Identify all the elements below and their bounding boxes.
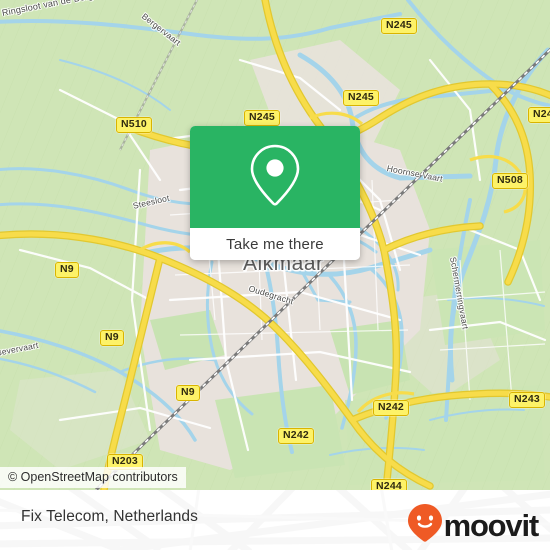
footer-bar: Fix Telecom, Netherlands moovit bbox=[0, 490, 550, 550]
take-me-there-button[interactable]: Take me there bbox=[190, 228, 360, 260]
place-title: Fix Telecom, Netherlands bbox=[21, 508, 198, 525]
road-shield-n245-mid[interactable]: N245 bbox=[343, 90, 379, 106]
take-me-there-card[interactable]: Take me there bbox=[190, 126, 360, 260]
road-shield-n245-north[interactable]: N245 bbox=[381, 18, 417, 34]
road-shield-n242-northeast[interactable]: N242 bbox=[528, 107, 550, 123]
road-shield-n510[interactable]: N510 bbox=[116, 117, 152, 133]
road-shield-n242-southeast[interactable]: N242 bbox=[373, 400, 409, 416]
moovit-map-share-card: Ringsloot van de Bergermeer Bergervaart … bbox=[0, 0, 550, 550]
road-shield-n242-south[interactable]: N242 bbox=[278, 428, 314, 444]
map-pin-icon bbox=[247, 142, 303, 213]
road-shield-n9-south[interactable]: N9 bbox=[176, 385, 200, 401]
road-shield-n243[interactable]: N243 bbox=[509, 392, 545, 408]
road-shield-n508[interactable]: N508 bbox=[492, 173, 528, 189]
road-shield-n9-west[interactable]: N9 bbox=[55, 262, 79, 278]
osm-attribution[interactable]: © OpenStreetMap contributors bbox=[0, 467, 186, 488]
moovit-logo[interactable]: moovit bbox=[407, 504, 540, 547]
moovit-smiley-pin-icon bbox=[407, 504, 442, 547]
card-pin-area bbox=[190, 126, 360, 228]
road-shield-n9-southwest[interactable]: N9 bbox=[100, 330, 124, 346]
moovit-wordmark: moovit bbox=[443, 508, 540, 543]
road-shield-n244[interactable]: N244 bbox=[371, 479, 407, 490]
road-shield-n245-west[interactable]: N245 bbox=[244, 110, 280, 126]
